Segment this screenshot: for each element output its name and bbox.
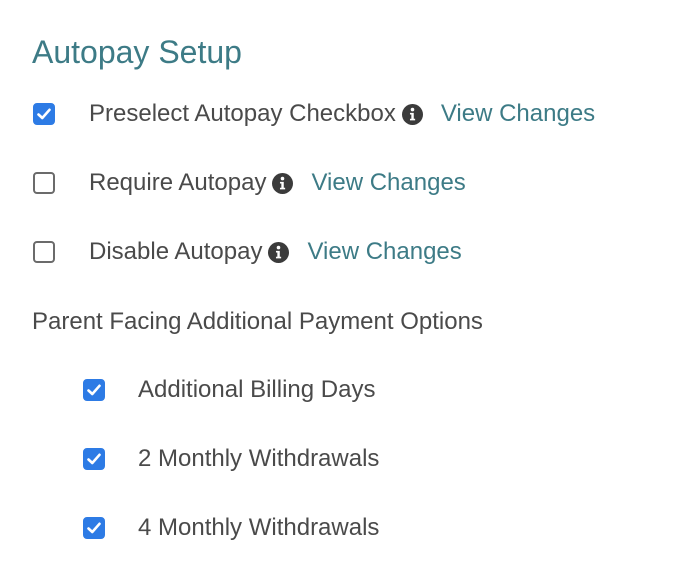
preselect-autopay-view-changes-link[interactable]: View Changes <box>441 100 595 128</box>
option-disable-autopay: Disable Autopay View Changes <box>33 235 462 269</box>
info-icon[interactable] <box>268 241 290 263</box>
check-icon <box>87 453 101 465</box>
disable-autopay-checkbox[interactable] <box>33 241 55 263</box>
4-monthly-withdrawals-label: 4 Monthly Withdrawals <box>138 514 380 541</box>
page-title: Autopay Setup <box>32 34 242 70</box>
option-preselect-autopay: Preselect Autopay Checkbox View Changes <box>33 97 595 131</box>
additional-billing-days-checkbox[interactable] <box>83 379 105 401</box>
info-icon[interactable] <box>272 172 294 194</box>
option-additional-billing-days: Additional Billing Days <box>83 373 375 407</box>
check-icon <box>87 384 101 396</box>
4-monthly-withdrawals-checkbox[interactable] <box>83 517 105 539</box>
preselect-autopay-label: Preselect Autopay Checkbox <box>89 100 396 127</box>
require-autopay-label: Require Autopay <box>89 169 267 196</box>
require-autopay-checkbox[interactable] <box>33 172 55 194</box>
2-monthly-withdrawals-checkbox[interactable] <box>83 448 105 470</box>
require-autopay-view-changes-link[interactable]: View Changes <box>311 169 465 197</box>
2-monthly-withdrawals-label: 2 Monthly Withdrawals <box>138 445 380 472</box>
section-label: Parent Facing Additional Payment Options <box>32 308 483 335</box>
info-icon[interactable] <box>401 103 423 125</box>
option-require-autopay: Require Autopay View Changes <box>33 166 466 200</box>
additional-billing-days-label: Additional Billing Days <box>138 376 376 403</box>
preselect-autopay-checkbox[interactable] <box>33 103 55 125</box>
check-icon <box>37 108 51 120</box>
check-icon <box>87 522 101 534</box>
option-4-monthly-withdrawals: 4 Monthly Withdrawals <box>83 511 379 545</box>
disable-autopay-label: Disable Autopay <box>89 238 263 265</box>
disable-autopay-view-changes-link[interactable]: View Changes <box>307 238 461 266</box>
option-2-monthly-withdrawals: 2 Monthly Withdrawals <box>83 442 379 476</box>
